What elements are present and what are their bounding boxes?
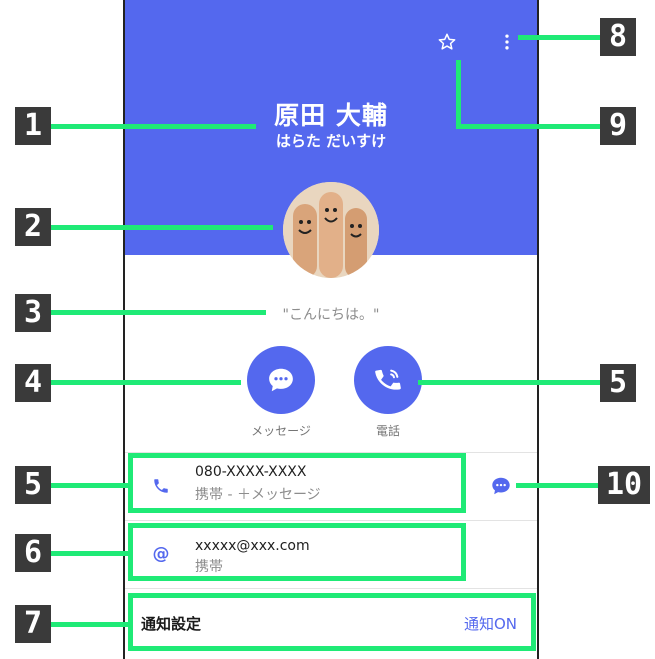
- callout-badge-6: 6: [15, 534, 51, 572]
- callout-badge-9: 9: [600, 107, 636, 145]
- callout-badge-10: 10: [598, 466, 650, 504]
- chat-bubble-icon[interactable]: [247, 346, 315, 414]
- callout-line: [456, 124, 600, 129]
- divider: [125, 588, 537, 589]
- avatar[interactable]: [283, 182, 379, 278]
- callout-line: [51, 551, 131, 556]
- callout-line: [51, 380, 241, 385]
- callout-line: [51, 483, 131, 488]
- callout-badge-1: 1: [15, 107, 51, 145]
- callout-line: [51, 124, 256, 129]
- callout-line: [456, 60, 461, 129]
- callout-line: [516, 483, 598, 488]
- callout-box-email: [128, 523, 466, 581]
- callout-badge-5-phone: 5: [15, 466, 51, 504]
- callout-line: [51, 310, 266, 315]
- message-action[interactable]: メッセージ: [231, 346, 331, 439]
- callout-line: [51, 622, 131, 627]
- callout-badge-7: 7: [15, 605, 51, 643]
- star-outline-icon[interactable]: [435, 30, 459, 54]
- more-vert-icon[interactable]: [495, 30, 519, 54]
- call-action[interactable]: 電話: [338, 346, 438, 439]
- callout-badge-3: 3: [15, 294, 51, 332]
- callout-box-phone: [128, 453, 466, 513]
- message-icon[interactable]: [489, 474, 513, 498]
- callout-badge-2: 2: [15, 208, 51, 246]
- callout-badge-4: 4: [15, 364, 51, 402]
- callout-line: [418, 380, 600, 385]
- callout-badge-5-call: 5: [600, 364, 636, 402]
- callout-line: [51, 225, 273, 230]
- phone-ringing-icon[interactable]: [354, 346, 422, 414]
- call-action-label: 電話: [375, 424, 400, 438]
- callout-line: [518, 35, 600, 40]
- callout-box-notification: [128, 593, 536, 651]
- callout-badge-8: 8: [600, 18, 636, 56]
- message-action-label: メッセージ: [251, 424, 311, 438]
- contact-kana: はらた だいすけ: [275, 132, 387, 150]
